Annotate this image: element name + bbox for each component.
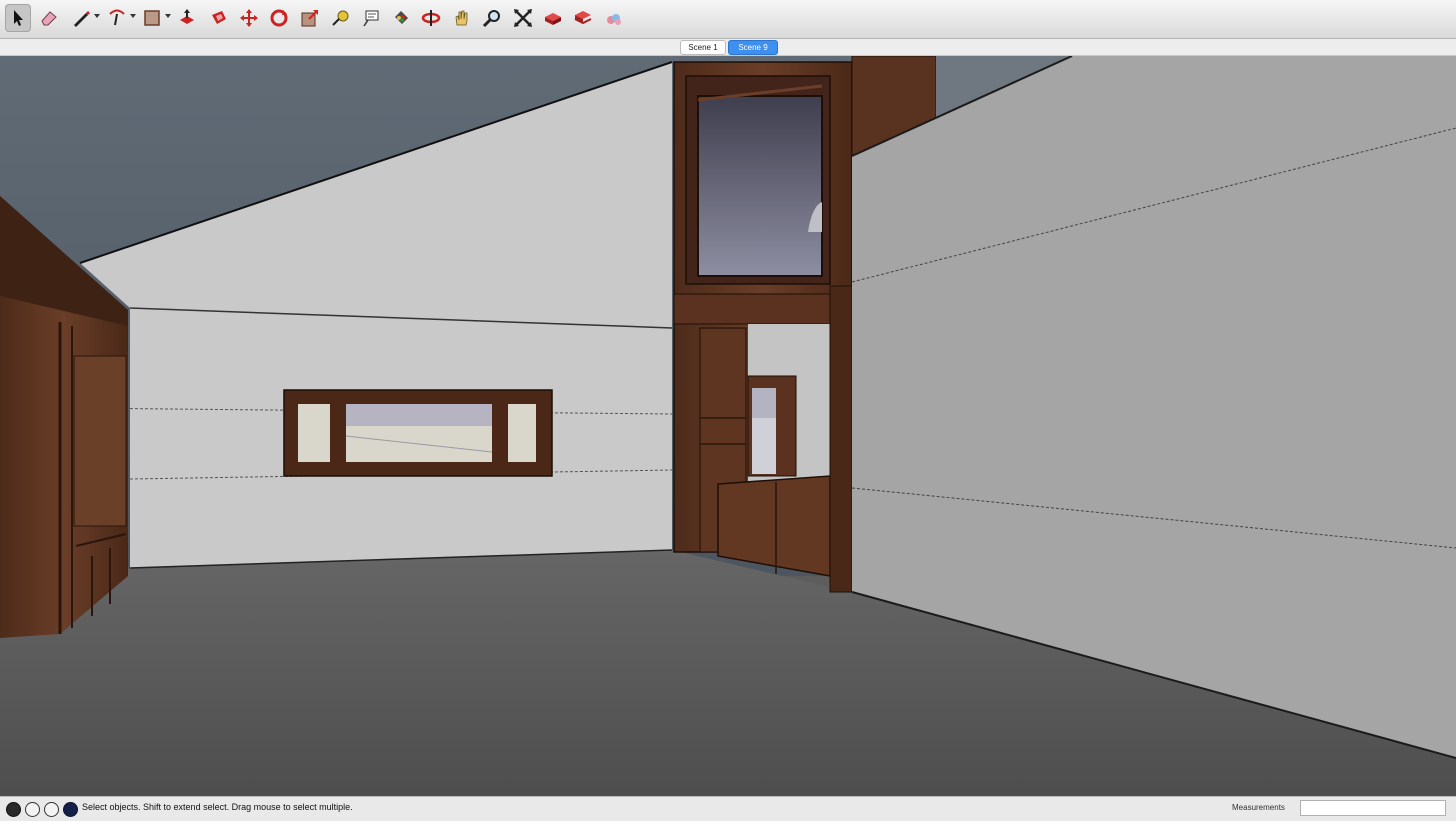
scale-icon (301, 10, 318, 27)
warehouse-icon (545, 13, 561, 25)
eraser-tool-button[interactable] (36, 4, 62, 32)
geo-location-icon[interactable] (6, 802, 21, 817)
back-wall-window (283, 389, 553, 477)
text-label-icon (363, 10, 379, 27)
shape-tool-button[interactable] (139, 4, 165, 32)
pan-tool-button[interactable] (449, 4, 475, 32)
zoom-tool-button[interactable] (479, 4, 505, 32)
rectangle-icon (144, 10, 160, 26)
zoom-extents-icon (514, 9, 532, 27)
extension-warehouse-tool-button[interactable] (570, 4, 596, 32)
send-to-layout-icon (607, 14, 621, 25)
rotate-tool-button[interactable] (266, 4, 292, 32)
shape-tool-dropdown-caret[interactable] (165, 14, 171, 18)
move-tool-button[interactable] (236, 4, 262, 32)
eraser-icon (41, 11, 57, 26)
extension-warehouse-icon (574, 11, 592, 25)
arc-icon (109, 9, 125, 26)
tape-measure-icon (332, 10, 349, 26)
warehouse-tool-button[interactable] (540, 4, 566, 32)
paint-bucket-icon (395, 11, 408, 24)
orbit-tool-button[interactable] (418, 4, 444, 32)
line-tool-dropdown-caret[interactable] (94, 14, 100, 18)
orbit-icon (421, 10, 441, 26)
scene-tab-1[interactable]: Scene 1 (680, 40, 726, 55)
arrow-cursor-icon (14, 10, 23, 26)
offset-icon (212, 11, 226, 24)
pencil-icon (74, 11, 90, 27)
arc-tool-dropdown-caret[interactable] (130, 14, 136, 18)
status-bar: Select objects. Shift to extend select. … (0, 796, 1456, 821)
user-account-icon[interactable] (44, 802, 59, 817)
scale-tool-button[interactable] (297, 4, 323, 32)
toolbar (0, 0, 1456, 39)
status-message: Select objects. Shift to extend select. … (82, 802, 353, 812)
hand-icon (455, 10, 468, 26)
3d-model-scene (0, 55, 1456, 796)
layout-tool-button[interactable] (601, 4, 627, 32)
offset-tool-button[interactable] (206, 4, 232, 32)
tape-measure-tool-button[interactable] (328, 4, 354, 32)
push-pull-icon (180, 9, 194, 24)
measurements-label: Measurements (1232, 803, 1285, 812)
move-arrows-icon (240, 9, 258, 27)
scene-tab-9[interactable]: Scene 9 (728, 40, 778, 55)
paint-bucket-tool-button[interactable] (388, 4, 414, 32)
rotate-icon (270, 9, 288, 27)
text-tool-button[interactable] (358, 4, 384, 32)
scene-tabs-bar: Scene 1 Scene 9 (0, 39, 1456, 56)
model-viewport[interactable] (0, 55, 1456, 796)
select-tool-button[interactable] (5, 4, 31, 32)
credits-info-icon[interactable] (25, 802, 40, 817)
measurements-input[interactable] (1300, 800, 1446, 816)
push-pull-tool-button[interactable] (174, 4, 200, 32)
magnifier-icon (482, 10, 500, 28)
arc-tool-button[interactable] (104, 4, 130, 32)
zoom-extents-tool-button[interactable] (510, 4, 536, 32)
instructor-icon[interactable] (63, 802, 78, 817)
line-tool-button[interactable] (68, 4, 94, 32)
